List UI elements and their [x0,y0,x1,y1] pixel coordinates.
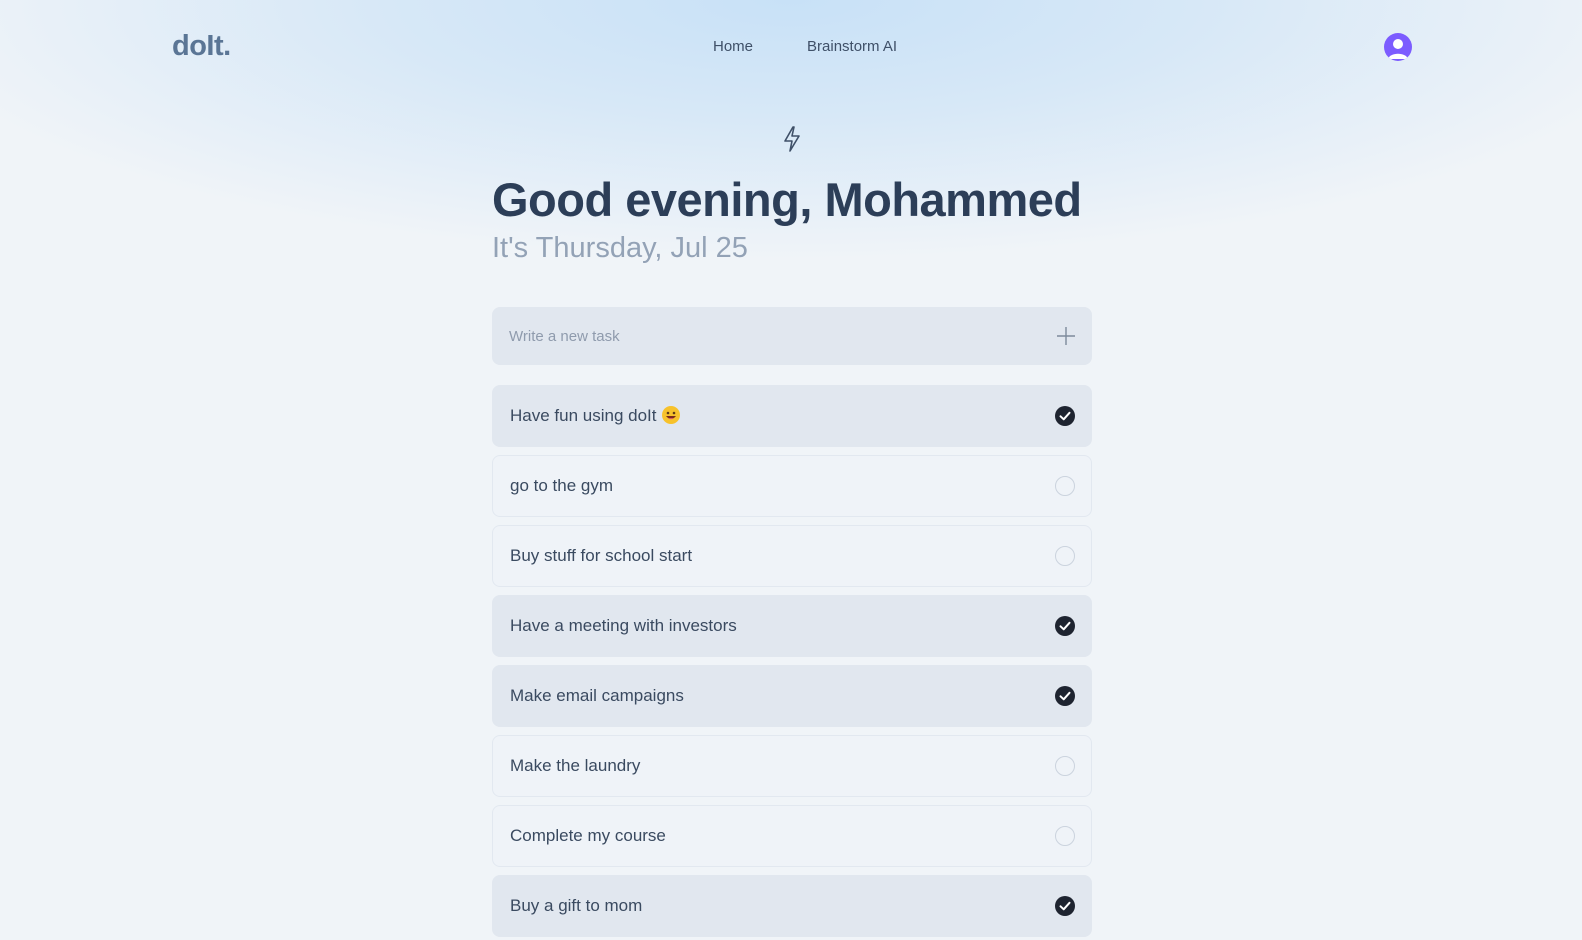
user-avatar-icon[interactable] [1384,33,1412,61]
task-checkbox-unchecked[interactable] [1055,546,1075,566]
nav-home-link[interactable]: Home [713,38,753,55]
date-subtitle: It's Thursday, Jul 25 [492,232,748,264]
greeting-title: Good evening, Mohammed [492,173,1082,226]
task-label: Complete my course [510,826,666,845]
app-logo[interactable]: doIt. [172,30,231,63]
task-item[interactable]: Have a meeting with investors [492,595,1092,657]
task-item[interactable]: Buy stuff for school start [492,525,1092,587]
task-item[interactable]: Make email campaigns [492,665,1092,727]
new-task-input[interactable] [509,325,1029,347]
task-item[interactable]: Complete my course [492,805,1092,867]
top-bar: doIt. Home Brainstorm AI [0,0,1582,96]
task-label: Have fun using doIt [510,406,681,426]
task-item[interactable]: Have fun using doIt [492,385,1092,447]
task-item[interactable]: go to the gym [492,455,1092,517]
task-checkbox-checked[interactable] [1055,616,1075,636]
task-label: Buy a gift to mom [510,896,643,915]
main-nav: Home Brainstorm AI [713,38,897,55]
task-checkbox-checked[interactable] [1055,686,1075,706]
new-task-box [492,307,1092,365]
task-label: Buy stuff for school start [510,546,693,565]
nav-brainstorm-ai-link[interactable]: Brainstorm AI [807,38,897,55]
task-checkbox-checked[interactable] [1055,896,1075,916]
grinning-face-emoji-icon [662,406,681,424]
task-checkbox-unchecked[interactable] [1055,476,1075,496]
task-checkbox-checked[interactable] [1055,406,1075,426]
task-item[interactable]: Buy a gift to mom [492,875,1092,937]
task-label: go to the gym [510,476,614,495]
task-label: Have a meeting with investors [510,616,737,635]
lightning-bolt-icon [780,125,804,153]
plus-icon[interactable] [1054,324,1078,348]
task-checkbox-unchecked[interactable] [1055,756,1075,776]
task-list: Have fun using doIt go to the gym Buy st… [492,385,1092,940]
task-label: Make the laundry [510,756,641,775]
task-item[interactable]: Make the laundry [492,735,1092,797]
task-checkbox-unchecked[interactable] [1055,826,1075,846]
task-label: Make email campaigns [510,686,684,705]
